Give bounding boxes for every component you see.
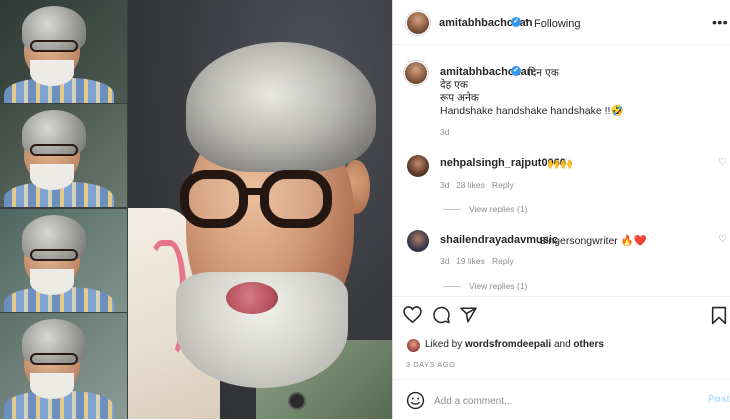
caption-text: देह एक — [440, 79, 468, 91]
caption-text: Handshake handshake handshake !!🤣 — [440, 105, 624, 117]
replies-divider — [443, 286, 461, 287]
separator-dot: • — [525, 15, 529, 27]
commenter-avatar[interactable] — [407, 155, 429, 177]
main-portrait-photo — [128, 0, 392, 419]
post-details-panel: amitabhbachchan ✓ • Following ••• amitab… — [392, 0, 730, 419]
post-comment-button[interactable]: Post — [708, 394, 730, 405]
author-avatar[interactable] — [407, 12, 429, 34]
following-button[interactable]: Following — [534, 18, 580, 30]
comment-likes-count[interactable]: 28 likes — [456, 180, 485, 190]
liked-by-avatar[interactable] — [407, 339, 420, 352]
liked-by-prefix: Liked by — [425, 339, 463, 350]
collage-photo-1 — [0, 0, 127, 103]
more-options-icon[interactable]: ••• — [712, 14, 728, 30]
post-actions-section: Liked by wordsfromdeepali and others 3 D… — [393, 296, 730, 419]
view-replies-button[interactable]: View replies (1) — [469, 281, 527, 291]
caption-text: रूप अनेक — [440, 92, 479, 104]
view-replies-button[interactable]: View replies (1) — [469, 204, 527, 214]
post-header: amitabhbachchan ✓ • Following ••• — [393, 0, 730, 45]
liked-by-username[interactable]: wordsfromdeepali — [465, 339, 551, 350]
verified-badge-icon: ✓ — [511, 66, 521, 76]
add-comment-bar: Post — [393, 379, 730, 420]
liked-by-conjunction: and — [553, 339, 571, 350]
collage-photo-2 — [0, 104, 127, 207]
commenter-avatar[interactable] — [407, 230, 429, 252]
smiley-icon[interactable] — [406, 391, 425, 415]
comment-icon[interactable] — [432, 306, 451, 329]
reply-button[interactable]: Reply — [492, 256, 514, 266]
post-media[interactable] — [0, 0, 392, 419]
collage-photo-3 — [0, 209, 127, 312]
verified-badge-icon: ✓ — [511, 17, 521, 27]
add-comment-input[interactable] — [432, 391, 676, 411]
caption-avatar[interactable] — [405, 62, 427, 84]
comment-like-heart-icon[interactable]: ♡ — [718, 157, 727, 168]
liked-by-summary: Liked by wordsfromdeepali and others — [425, 339, 604, 350]
post-date[interactable]: 3 DAYS AGO — [406, 360, 455, 369]
comment-text: Singersongwriter 🔥❤️ — [539, 235, 647, 247]
liked-by-others-link[interactable]: others — [573, 339, 604, 350]
comment-timestamp[interactable]: 3d — [440, 180, 449, 190]
comment-like-heart-icon[interactable]: ♡ — [718, 234, 727, 245]
heart-icon[interactable] — [403, 306, 422, 328]
bookmark-icon[interactable] — [711, 306, 727, 330]
caption-timestamp[interactable]: 3d — [440, 127, 449, 137]
comment-likes-count[interactable]: 19 likes — [456, 256, 485, 266]
reply-button[interactable]: Reply — [492, 180, 514, 190]
caption-text: दिन एक — [528, 67, 559, 79]
comment-text: 🙌🙌 — [547, 158, 574, 170]
replies-divider — [443, 209, 461, 210]
comment-timestamp[interactable]: 3d — [440, 256, 449, 266]
share-icon[interactable] — [459, 306, 478, 329]
collage-photo-4 — [0, 313, 127, 419]
